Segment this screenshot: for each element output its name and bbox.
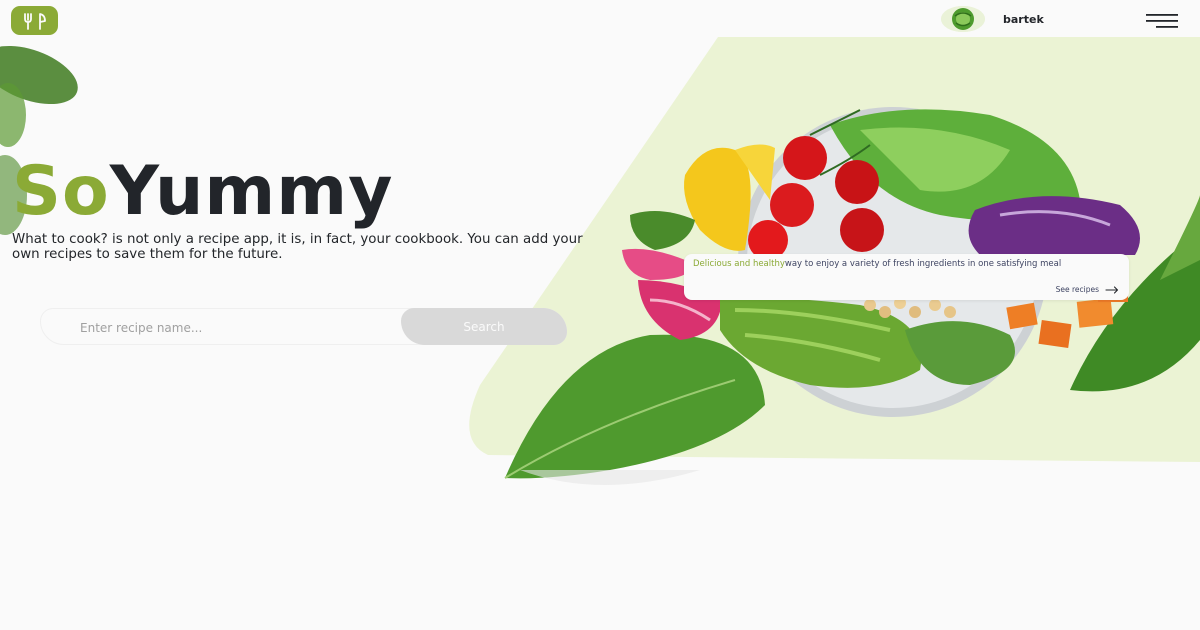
logo-button[interactable]	[11, 6, 58, 35]
search-button[interactable]: Search	[401, 308, 567, 345]
card-accent-text: Delicious and healthy	[693, 259, 785, 269]
see-recipes-link[interactable]: See recipes	[1056, 285, 1119, 294]
user-name: bartek	[1003, 12, 1044, 26]
card-text: Delicious and healthyway to enjoy a vari…	[693, 259, 1119, 271]
hero-description: What to cook? is not only a recipe app, …	[12, 232, 583, 262]
spinach-leaf-bottom	[504, 334, 765, 485]
see-recipes-label: See recipes	[1055, 285, 1099, 294]
burger-menu-icon	[1146, 14, 1178, 28]
burger-menu-button[interactable]	[1146, 12, 1180, 30]
spinach-leaf-top-left	[0, 45, 78, 147]
page-title: SoYummy	[12, 152, 393, 232]
user-profile[interactable]: bartek	[941, 6, 1044, 32]
search-input[interactable]	[78, 318, 382, 338]
cabbage-avatar-icon	[941, 6, 985, 32]
arrow-right-icon	[1105, 285, 1119, 294]
card-body-text: way to enjoy a variety of fresh ingredie…	[784, 259, 1062, 269]
avatar	[941, 6, 985, 32]
utensils-icon	[23, 12, 46, 30]
title-accent: So	[12, 152, 110, 231]
title-main: Yummy	[109, 152, 394, 231]
info-card: Delicious and healthyway to enjoy a vari…	[684, 254, 1129, 300]
